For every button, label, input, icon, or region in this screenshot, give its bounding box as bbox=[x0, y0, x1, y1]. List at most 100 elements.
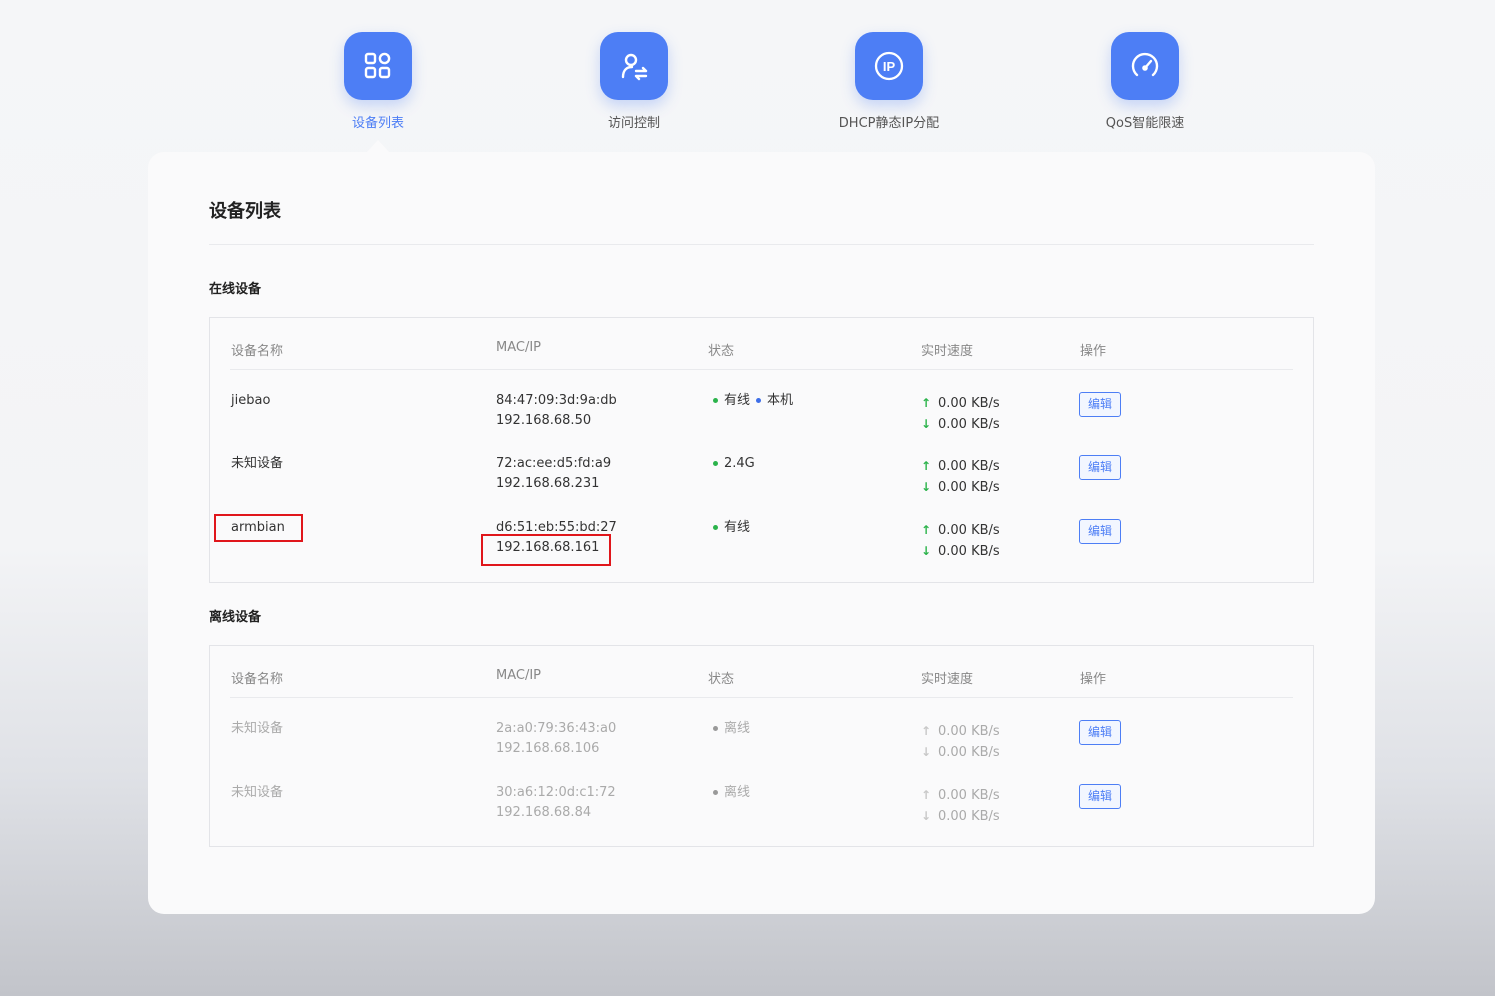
status-dot bbox=[713, 525, 718, 530]
active-tab-pointer bbox=[367, 140, 389, 152]
status-dot bbox=[713, 790, 718, 795]
op-cell: 编辑 bbox=[1079, 720, 1121, 745]
status-label: 离线 bbox=[724, 785, 751, 800]
op-cell: 编辑 bbox=[1079, 784, 1121, 809]
online-section-title: 在线设备 bbox=[209, 282, 262, 297]
header-mac: MAC/IP bbox=[496, 668, 542, 683]
status: 有线 bbox=[713, 518, 750, 538]
status-dot bbox=[713, 726, 718, 731]
ip-icon: IP bbox=[855, 32, 923, 100]
nav-label: 访问控制 bbox=[607, 116, 660, 131]
header-mac: MAC/IP bbox=[496, 340, 542, 355]
speedometer-icon bbox=[1111, 32, 1179, 100]
online-device-table: 设备名称 MAC/IP 状态 实时速度 操作 jiebao 84:47:09:3… bbox=[209, 317, 1314, 583]
download-speed: 0.00 KB/s bbox=[938, 745, 1000, 760]
ip-address: 192.168.68.50 bbox=[496, 413, 592, 428]
table-row: armbian d6:51:eb:55:bd:27 192.168.68.161… bbox=[210, 518, 1313, 578]
upload-speed: 0.00 KB/s bbox=[938, 523, 1000, 538]
status: 2.4G bbox=[713, 454, 755, 474]
nav-label: QoS智能限速 bbox=[1105, 116, 1185, 131]
device-name: 未知设备 bbox=[231, 785, 284, 800]
upload-speed: 0.00 KB/s bbox=[938, 459, 1000, 474]
highlight-box-name bbox=[214, 514, 303, 542]
download-speed: 0.00 KB/s bbox=[938, 809, 1000, 824]
header-divider bbox=[230, 369, 1293, 370]
speed: ↑ 0.00 KB/s ↓ 0.00 KB/s bbox=[920, 785, 1000, 827]
nav-dhcp-static-ip[interactable]: IP DHCP静态IP分配 bbox=[809, 32, 969, 131]
speed: ↑ 0.00 KB/s ↓ 0.00 KB/s bbox=[920, 721, 1000, 763]
edit-button[interactable]: 编辑 bbox=[1079, 720, 1121, 745]
top-nav: 设备列表 访问控制 IP DHCP静态IP分配 QoS智能限速 bbox=[0, 0, 1495, 140]
ip-address: 192.168.68.84 bbox=[496, 805, 592, 820]
speed: ↑ 0.00 KB/s ↓ 0.00 KB/s bbox=[920, 520, 1000, 562]
arrow-down-icon: ↓ bbox=[920, 544, 932, 558]
ip-address: 192.168.68.106 bbox=[496, 741, 600, 756]
arrow-up-icon: ↑ bbox=[920, 788, 932, 802]
status-dot bbox=[756, 398, 762, 403]
nav-qos[interactable]: QoS智能限速 bbox=[1065, 32, 1225, 131]
table-row: jiebao 84:47:09:3d:9a:db 192.168.68.50 有… bbox=[210, 391, 1313, 451]
mac-address: 84:47:09:3d:9a:db bbox=[496, 393, 617, 408]
status-label: 有线 bbox=[724, 393, 751, 408]
svg-text:IP: IP bbox=[883, 59, 896, 74]
arrow-up-icon: ↑ bbox=[920, 396, 932, 410]
grid-icon bbox=[344, 32, 412, 100]
op-cell: 编辑 bbox=[1079, 455, 1121, 480]
status: 离线 bbox=[713, 719, 750, 739]
status-label: 本机 bbox=[767, 393, 794, 408]
mac-ip: 30:a6:12:0d:c1:72 192.168.68.84 bbox=[496, 783, 616, 823]
status: 有线 本机 bbox=[713, 391, 793, 411]
speed: ↑ 0.00 KB/s ↓ 0.00 KB/s bbox=[920, 393, 1000, 435]
offline-section-title: 离线设备 bbox=[209, 610, 262, 625]
edit-button[interactable]: 编辑 bbox=[1079, 519, 1121, 544]
nav-access-control[interactable]: 访问控制 bbox=[554, 32, 714, 131]
highlight-box-ip bbox=[481, 534, 611, 566]
upload-speed: 0.00 KB/s bbox=[938, 788, 1000, 803]
edit-button[interactable]: 编辑 bbox=[1079, 392, 1121, 417]
device-name: 未知设备 bbox=[231, 721, 284, 736]
header-status: 状态 bbox=[708, 672, 735, 687]
header-name: 设备名称 bbox=[231, 344, 284, 359]
mac-ip: 72:ac:ee:d5:fd:a9 192.168.68.231 bbox=[496, 454, 611, 494]
device-name: jiebao bbox=[231, 393, 271, 408]
mac-ip: 84:47:09:3d:9a:db 192.168.68.50 bbox=[496, 391, 617, 431]
header-speed: 实时速度 bbox=[921, 344, 974, 359]
arrow-down-icon: ↓ bbox=[920, 480, 932, 494]
status-dot bbox=[713, 398, 718, 403]
offline-device-table: 设备名称 MAC/IP 状态 实时速度 操作 未知设备 2a:a0:79:36:… bbox=[209, 645, 1314, 847]
mac-address: 30:a6:12:0d:c1:72 bbox=[496, 785, 616, 800]
header-status: 状态 bbox=[708, 344, 735, 359]
mac-ip: 2a:a0:79:36:43:a0 192.168.68.106 bbox=[496, 719, 616, 759]
upload-speed: 0.00 KB/s bbox=[938, 724, 1000, 739]
download-speed: 0.00 KB/s bbox=[938, 417, 1000, 432]
arrow-up-icon: ↑ bbox=[920, 459, 932, 473]
nav-device-list[interactable]: 设备列表 bbox=[298, 32, 458, 131]
device-name: 未知设备 bbox=[231, 456, 284, 471]
edit-button[interactable]: 编辑 bbox=[1079, 784, 1121, 809]
ip-address: 192.168.68.231 bbox=[496, 476, 600, 491]
status-label: 2.4G bbox=[724, 456, 755, 471]
edit-button[interactable]: 编辑 bbox=[1079, 455, 1121, 480]
nav-label: DHCP静态IP分配 bbox=[838, 116, 940, 131]
header-speed: 实时速度 bbox=[921, 672, 974, 687]
download-speed: 0.00 KB/s bbox=[938, 480, 1000, 495]
header-op: 操作 bbox=[1080, 344, 1107, 359]
header-divider bbox=[230, 697, 1293, 698]
header-op: 操作 bbox=[1080, 672, 1107, 687]
mac-address: 72:ac:ee:d5:fd:a9 bbox=[496, 456, 612, 471]
arrow-up-icon: ↑ bbox=[920, 724, 932, 738]
page-title: 设备列表 bbox=[209, 201, 281, 222]
device-list-card: 设备列表 在线设备 设备名称 MAC/IP 状态 实时速度 操作 jiebao … bbox=[148, 152, 1375, 914]
status-label: 离线 bbox=[724, 721, 751, 736]
table-row: 未知设备 2a:a0:79:36:43:a0 192.168.68.106 离线… bbox=[210, 719, 1313, 779]
arrow-down-icon: ↓ bbox=[920, 809, 932, 823]
arrow-down-icon: ↓ bbox=[920, 745, 932, 759]
header-name: 设备名称 bbox=[231, 672, 284, 687]
op-cell: 编辑 bbox=[1079, 392, 1121, 417]
user-switch-icon bbox=[600, 32, 668, 100]
op-cell: 编辑 bbox=[1079, 519, 1121, 544]
download-speed: 0.00 KB/s bbox=[938, 544, 1000, 559]
table-row: 未知设备 30:a6:12:0d:c1:72 192.168.68.84 离线 … bbox=[210, 783, 1313, 843]
arrow-up-icon: ↑ bbox=[920, 523, 932, 537]
status-dot bbox=[713, 461, 718, 466]
